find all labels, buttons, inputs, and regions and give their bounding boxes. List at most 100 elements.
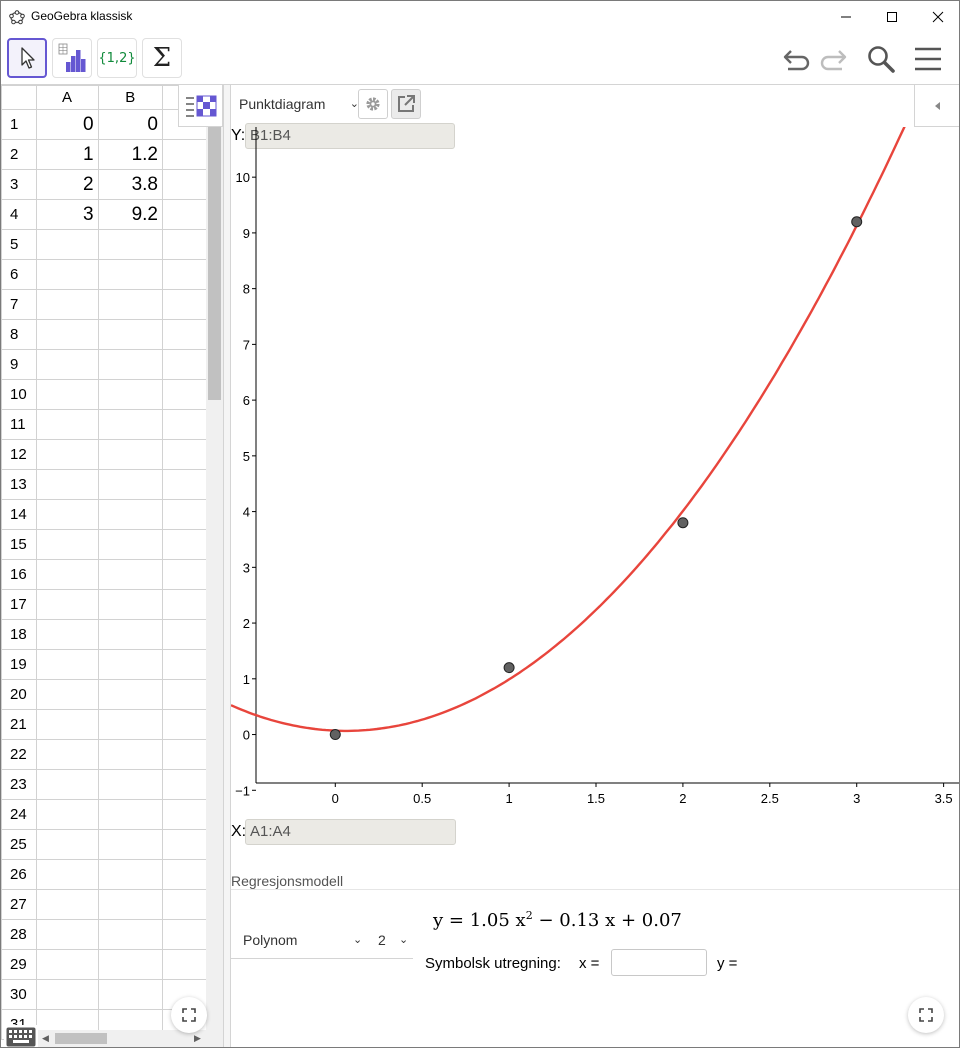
- cell-a[interactable]: [35, 619, 99, 650]
- plot-type-select[interactable]: Punktdiagram ⌄: [239, 91, 359, 117]
- row-header[interactable]: 14: [1, 499, 37, 530]
- cell-b[interactable]: [97, 259, 163, 290]
- cell-a[interactable]: 1: [35, 139, 99, 170]
- cell-a[interactable]: [35, 979, 99, 1010]
- spreadsheet-style-bar-toggle[interactable]: [178, 85, 223, 127]
- cell-a[interactable]: [35, 589, 99, 620]
- cell-b[interactable]: [97, 349, 163, 380]
- cell-b[interactable]: [97, 619, 163, 650]
- sum-tool-button[interactable]: Σ: [142, 38, 182, 78]
- row-header[interactable]: 29: [1, 949, 37, 980]
- row-header[interactable]: 24: [1, 799, 37, 830]
- redo-button[interactable]: [815, 41, 851, 77]
- spreadsheet-vertical-scrollbar[interactable]: ▼: [206, 127, 223, 1047]
- row-header[interactable]: 23: [1, 769, 37, 800]
- cell-b[interactable]: 1.2: [97, 139, 163, 170]
- row-header[interactable]: 17: [1, 589, 37, 620]
- x-range-input[interactable]: A1:A4: [245, 819, 456, 845]
- row-header[interactable]: 4: [1, 199, 37, 230]
- export-to-graphics-button[interactable]: [391, 89, 421, 119]
- plot-settings-button[interactable]: [358, 89, 388, 119]
- create-list-tool-button[interactable]: {1,2}: [97, 38, 137, 78]
- cell-a[interactable]: [35, 499, 99, 530]
- cell-b[interactable]: [97, 769, 163, 800]
- cell-b[interactable]: [97, 499, 163, 530]
- cell-a[interactable]: [35, 289, 99, 320]
- cell-b[interactable]: [97, 229, 163, 260]
- cell-a[interactable]: 0: [35, 109, 99, 140]
- row-header[interactable]: 11: [1, 409, 37, 440]
- spreadsheet-fullscreen-button[interactable]: [171, 997, 207, 1033]
- search-button[interactable]: [863, 41, 899, 77]
- cell-a[interactable]: [35, 439, 99, 470]
- cell-b[interactable]: [97, 919, 163, 950]
- cell-a[interactable]: [35, 649, 99, 680]
- vertical-scroll-thumb[interactable]: [208, 127, 221, 400]
- row-header[interactable]: 20: [1, 679, 37, 710]
- cell-b[interactable]: [97, 319, 163, 350]
- row-header[interactable]: 10: [1, 379, 37, 410]
- cell-a[interactable]: [35, 229, 99, 260]
- row-header[interactable]: 28: [1, 919, 37, 950]
- row-header[interactable]: 3: [1, 169, 37, 200]
- cell-b[interactable]: [97, 379, 163, 410]
- column-header-b[interactable]: B: [97, 85, 163, 110]
- cell-a[interactable]: [35, 889, 99, 920]
- column-header-a[interactable]: A: [35, 85, 99, 110]
- cell-b[interactable]: 0: [97, 109, 163, 140]
- cell-a[interactable]: [35, 709, 99, 740]
- cell-b[interactable]: [97, 709, 163, 740]
- row-header[interactable]: 6: [1, 259, 37, 290]
- cell-a[interactable]: 2: [35, 169, 99, 200]
- cell-a[interactable]: [35, 469, 99, 500]
- cell-b[interactable]: [97, 739, 163, 770]
- row-header[interactable]: 16: [1, 559, 37, 590]
- cell-a[interactable]: [35, 529, 99, 560]
- move-tool-button[interactable]: [7, 38, 47, 78]
- collapse-panel-button[interactable]: [914, 85, 959, 127]
- row-header[interactable]: 30: [1, 979, 37, 1010]
- row-header[interactable]: 15: [1, 529, 37, 560]
- maximize-button[interactable]: [869, 1, 915, 33]
- cell-b[interactable]: [97, 679, 163, 710]
- cell-b[interactable]: [97, 649, 163, 680]
- row-header[interactable]: 9: [1, 349, 37, 380]
- undo-button[interactable]: [779, 41, 815, 77]
- row-header[interactable]: 18: [1, 619, 37, 650]
- cell-b[interactable]: [97, 829, 163, 860]
- one-variable-analysis-tool-button[interactable]: [52, 38, 92, 78]
- row-header[interactable]: 22: [1, 739, 37, 770]
- spreadsheet-corner[interactable]: [1, 85, 37, 110]
- row-header[interactable]: 26: [1, 859, 37, 890]
- cell-b[interactable]: [97, 409, 163, 440]
- panel-fullscreen-button[interactable]: [908, 997, 944, 1033]
- spreadsheet-horizontal-scrollbar[interactable]: ◀ ▶: [37, 1030, 206, 1047]
- cell-a[interactable]: [35, 559, 99, 590]
- cell-b[interactable]: [97, 979, 163, 1010]
- main-menu-button[interactable]: [910, 41, 946, 77]
- cell-b[interactable]: 9.2: [97, 199, 163, 230]
- cell-b[interactable]: [97, 529, 163, 560]
- cell-b[interactable]: [97, 589, 163, 620]
- row-header[interactable]: 7: [1, 289, 37, 320]
- model-degree-value[interactable]: 2: [378, 932, 386, 948]
- cell-a[interactable]: [35, 259, 99, 290]
- cell-a[interactable]: [35, 319, 99, 350]
- cell-a[interactable]: [35, 919, 99, 950]
- cell-a[interactable]: [35, 349, 99, 380]
- row-header[interactable]: 27: [1, 889, 37, 920]
- minimize-button[interactable]: [823, 1, 869, 33]
- cell-a[interactable]: [35, 409, 99, 440]
- regression-model-select[interactable]: Polynom ⌄ 2 ⌄: [231, 923, 413, 959]
- cell-a[interactable]: [35, 799, 99, 830]
- cell-b[interactable]: [97, 559, 163, 590]
- cell-a[interactable]: [35, 859, 99, 890]
- cell-b[interactable]: [97, 859, 163, 890]
- model-type-value[interactable]: Polynom: [243, 932, 297, 948]
- cell-b[interactable]: [97, 799, 163, 830]
- cell-b[interactable]: [97, 469, 163, 500]
- cell-a[interactable]: [35, 379, 99, 410]
- cell-b[interactable]: [97, 289, 163, 320]
- regression-plot[interactable]: 0 0.5 1 1.5 2 2.5 3 3.5 −1 0 1 2 3 4 5 6 7 8 9 10: [231, 127, 960, 807]
- cell-b[interactable]: 3.8: [97, 169, 163, 200]
